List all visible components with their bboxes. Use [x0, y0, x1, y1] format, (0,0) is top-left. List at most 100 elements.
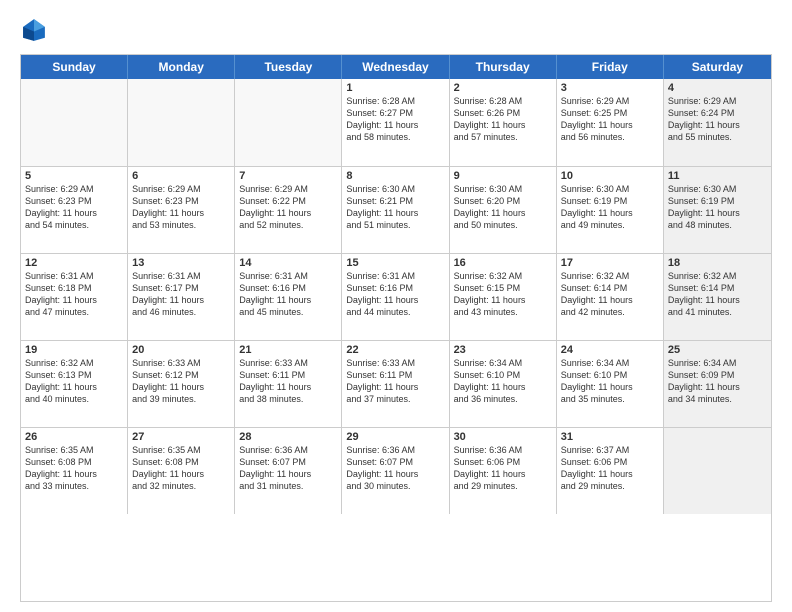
- cell-info: Sunrise: 6:33 AMSunset: 6:11 PMDaylight:…: [239, 357, 337, 406]
- day-cell-22: 22Sunrise: 6:33 AMSunset: 6:11 PMDayligh…: [342, 341, 449, 427]
- cell-info: Sunrise: 6:32 AMSunset: 6:15 PMDaylight:…: [454, 270, 552, 319]
- day-cell-26: 26Sunrise: 6:35 AMSunset: 6:08 PMDayligh…: [21, 428, 128, 514]
- day-number: 22: [346, 344, 444, 356]
- day-number: 1: [346, 82, 444, 94]
- day-cell-16: 16Sunrise: 6:32 AMSunset: 6:15 PMDayligh…: [450, 254, 557, 340]
- weekday-header-sunday: Sunday: [21, 55, 128, 79]
- day-cell-8: 8Sunrise: 6:30 AMSunset: 6:21 PMDaylight…: [342, 167, 449, 253]
- day-cell-1: 1Sunrise: 6:28 AMSunset: 6:27 PMDaylight…: [342, 79, 449, 166]
- day-cell-23: 23Sunrise: 6:34 AMSunset: 6:10 PMDayligh…: [450, 341, 557, 427]
- cell-info: Sunrise: 6:30 AMSunset: 6:20 PMDaylight:…: [454, 183, 552, 232]
- day-number: 29: [346, 431, 444, 443]
- day-number: 20: [132, 344, 230, 356]
- day-number: 16: [454, 257, 552, 269]
- day-cell-6: 6Sunrise: 6:29 AMSunset: 6:23 PMDaylight…: [128, 167, 235, 253]
- day-number: 26: [25, 431, 123, 443]
- weekday-header-tuesday: Tuesday: [235, 55, 342, 79]
- day-cell-17: 17Sunrise: 6:32 AMSunset: 6:14 PMDayligh…: [557, 254, 664, 340]
- calendar-row-0: 1Sunrise: 6:28 AMSunset: 6:27 PMDaylight…: [21, 79, 771, 166]
- cell-info: Sunrise: 6:36 AMSunset: 6:07 PMDaylight:…: [346, 444, 444, 493]
- cell-info: Sunrise: 6:37 AMSunset: 6:06 PMDaylight:…: [561, 444, 659, 493]
- calendar-body: 1Sunrise: 6:28 AMSunset: 6:27 PMDaylight…: [21, 79, 771, 601]
- calendar: SundayMondayTuesdayWednesdayThursdayFrid…: [20, 54, 772, 602]
- day-cell-19: 19Sunrise: 6:32 AMSunset: 6:13 PMDayligh…: [21, 341, 128, 427]
- day-number: 3: [561, 82, 659, 94]
- day-cell-20: 20Sunrise: 6:33 AMSunset: 6:12 PMDayligh…: [128, 341, 235, 427]
- cell-info: Sunrise: 6:30 AMSunset: 6:19 PMDaylight:…: [668, 183, 767, 232]
- day-number: 18: [668, 257, 767, 269]
- day-number: 27: [132, 431, 230, 443]
- day-cell-13: 13Sunrise: 6:31 AMSunset: 6:17 PMDayligh…: [128, 254, 235, 340]
- cell-info: Sunrise: 6:32 AMSunset: 6:13 PMDaylight:…: [25, 357, 123, 406]
- day-cell-7: 7Sunrise: 6:29 AMSunset: 6:22 PMDaylight…: [235, 167, 342, 253]
- day-cell-9: 9Sunrise: 6:30 AMSunset: 6:20 PMDaylight…: [450, 167, 557, 253]
- cell-info: Sunrise: 6:28 AMSunset: 6:27 PMDaylight:…: [346, 95, 444, 144]
- cell-info: Sunrise: 6:32 AMSunset: 6:14 PMDaylight:…: [668, 270, 767, 319]
- cell-info: Sunrise: 6:31 AMSunset: 6:18 PMDaylight:…: [25, 270, 123, 319]
- cell-info: Sunrise: 6:35 AMSunset: 6:08 PMDaylight:…: [25, 444, 123, 493]
- day-cell-30: 30Sunrise: 6:36 AMSunset: 6:06 PMDayligh…: [450, 428, 557, 514]
- cell-info: Sunrise: 6:30 AMSunset: 6:21 PMDaylight:…: [346, 183, 444, 232]
- day-number: 19: [25, 344, 123, 356]
- day-cell-24: 24Sunrise: 6:34 AMSunset: 6:10 PMDayligh…: [557, 341, 664, 427]
- day-cell-14: 14Sunrise: 6:31 AMSunset: 6:16 PMDayligh…: [235, 254, 342, 340]
- day-number: 31: [561, 431, 659, 443]
- day-number: 8: [346, 170, 444, 182]
- day-cell-31: 31Sunrise: 6:37 AMSunset: 6:06 PMDayligh…: [557, 428, 664, 514]
- cell-info: Sunrise: 6:35 AMSunset: 6:08 PMDaylight:…: [132, 444, 230, 493]
- day-cell-15: 15Sunrise: 6:31 AMSunset: 6:16 PMDayligh…: [342, 254, 449, 340]
- day-number: 15: [346, 257, 444, 269]
- day-number: 7: [239, 170, 337, 182]
- cell-info: Sunrise: 6:31 AMSunset: 6:16 PMDaylight:…: [346, 270, 444, 319]
- day-number: 24: [561, 344, 659, 356]
- calendar-row-4: 26Sunrise: 6:35 AMSunset: 6:08 PMDayligh…: [21, 427, 771, 514]
- cell-info: Sunrise: 6:36 AMSunset: 6:06 PMDaylight:…: [454, 444, 552, 493]
- calendar-row-2: 12Sunrise: 6:31 AMSunset: 6:18 PMDayligh…: [21, 253, 771, 340]
- cell-info: Sunrise: 6:34 AMSunset: 6:10 PMDaylight:…: [454, 357, 552, 406]
- day-cell-3: 3Sunrise: 6:29 AMSunset: 6:25 PMDaylight…: [557, 79, 664, 166]
- weekday-header-wednesday: Wednesday: [342, 55, 449, 79]
- day-cell-empty-0-2: [235, 79, 342, 166]
- weekday-header-thursday: Thursday: [450, 55, 557, 79]
- cell-info: Sunrise: 6:34 AMSunset: 6:10 PMDaylight:…: [561, 357, 659, 406]
- cell-info: Sunrise: 6:31 AMSunset: 6:16 PMDaylight:…: [239, 270, 337, 319]
- page: SundayMondayTuesdayWednesdayThursdayFrid…: [0, 0, 792, 612]
- calendar-row-1: 5Sunrise: 6:29 AMSunset: 6:23 PMDaylight…: [21, 166, 771, 253]
- day-cell-28: 28Sunrise: 6:36 AMSunset: 6:07 PMDayligh…: [235, 428, 342, 514]
- day-number: 13: [132, 257, 230, 269]
- cell-info: Sunrise: 6:29 AMSunset: 6:23 PMDaylight:…: [25, 183, 123, 232]
- cell-info: Sunrise: 6:29 AMSunset: 6:22 PMDaylight:…: [239, 183, 337, 232]
- cell-info: Sunrise: 6:29 AMSunset: 6:23 PMDaylight:…: [132, 183, 230, 232]
- weekday-header-friday: Friday: [557, 55, 664, 79]
- day-cell-empty-0-0: [21, 79, 128, 166]
- day-number: 12: [25, 257, 123, 269]
- day-number: 30: [454, 431, 552, 443]
- cell-info: Sunrise: 6:34 AMSunset: 6:09 PMDaylight:…: [668, 357, 767, 406]
- day-cell-21: 21Sunrise: 6:33 AMSunset: 6:11 PMDayligh…: [235, 341, 342, 427]
- cell-info: Sunrise: 6:36 AMSunset: 6:07 PMDaylight:…: [239, 444, 337, 493]
- day-number: 21: [239, 344, 337, 356]
- cell-info: Sunrise: 6:29 AMSunset: 6:24 PMDaylight:…: [668, 95, 767, 144]
- header: [20, 16, 772, 44]
- cell-info: Sunrise: 6:33 AMSunset: 6:11 PMDaylight:…: [346, 357, 444, 406]
- day-number: 23: [454, 344, 552, 356]
- day-cell-5: 5Sunrise: 6:29 AMSunset: 6:23 PMDaylight…: [21, 167, 128, 253]
- day-number: 11: [668, 170, 767, 182]
- cell-info: Sunrise: 6:32 AMSunset: 6:14 PMDaylight:…: [561, 270, 659, 319]
- day-cell-10: 10Sunrise: 6:30 AMSunset: 6:19 PMDayligh…: [557, 167, 664, 253]
- day-number: 17: [561, 257, 659, 269]
- day-cell-27: 27Sunrise: 6:35 AMSunset: 6:08 PMDayligh…: [128, 428, 235, 514]
- cell-info: Sunrise: 6:29 AMSunset: 6:25 PMDaylight:…: [561, 95, 659, 144]
- day-number: 4: [668, 82, 767, 94]
- day-number: 5: [25, 170, 123, 182]
- cell-info: Sunrise: 6:33 AMSunset: 6:12 PMDaylight:…: [132, 357, 230, 406]
- day-number: 6: [132, 170, 230, 182]
- day-cell-29: 29Sunrise: 6:36 AMSunset: 6:07 PMDayligh…: [342, 428, 449, 514]
- day-cell-empty-4-6: [664, 428, 771, 514]
- day-cell-12: 12Sunrise: 6:31 AMSunset: 6:18 PMDayligh…: [21, 254, 128, 340]
- logo-icon: [20, 16, 48, 44]
- day-cell-4: 4Sunrise: 6:29 AMSunset: 6:24 PMDaylight…: [664, 79, 771, 166]
- day-cell-empty-0-1: [128, 79, 235, 166]
- day-number: 9: [454, 170, 552, 182]
- day-cell-2: 2Sunrise: 6:28 AMSunset: 6:26 PMDaylight…: [450, 79, 557, 166]
